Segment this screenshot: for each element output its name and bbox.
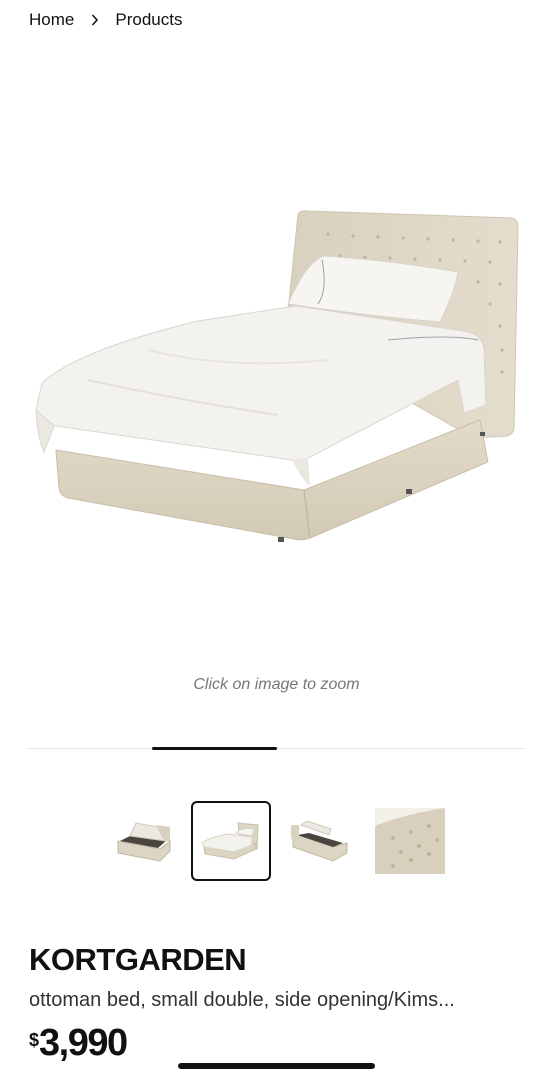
price-amount: 3,990 bbox=[39, 1022, 128, 1064]
gallery-scrollbar-thumb[interactable] bbox=[152, 747, 277, 750]
price-currency: $ bbox=[29, 1030, 40, 1050]
breadcrumb: Home Products bbox=[29, 10, 182, 30]
breadcrumb-products[interactable]: Products bbox=[115, 10, 182, 30]
chevron-right-icon bbox=[91, 14, 99, 26]
product-main-image[interactable] bbox=[28, 200, 528, 550]
product-description: ottoman bed, small double, side opening/… bbox=[29, 989, 455, 1011]
home-indicator[interactable] bbox=[178, 1063, 375, 1069]
product-name: KORTGARDEN bbox=[29, 942, 247, 977]
breadcrumb-home[interactable]: Home bbox=[29, 10, 74, 30]
product-price: $ 3,990 bbox=[29, 1022, 128, 1065]
product-page: Home Products Click on image to zoom KOR… bbox=[0, 0, 553, 1080]
thumbnail-1[interactable] bbox=[103, 801, 183, 881]
thumbnail-3[interactable] bbox=[280, 801, 360, 881]
thumbnail-4[interactable] bbox=[370, 801, 450, 881]
thumbnail-strip bbox=[0, 801, 553, 883]
thumbnail-2[interactable] bbox=[191, 801, 271, 881]
zoom-hint: Click on image to zoom bbox=[193, 676, 360, 693]
